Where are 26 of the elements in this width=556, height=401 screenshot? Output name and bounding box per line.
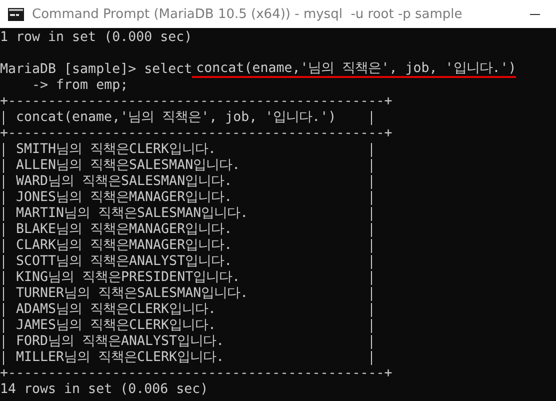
sql-keyword: select [144, 62, 192, 78]
table-border: +-----------------------------------------------+ [0, 94, 392, 110]
table-cell-text: ADAMS님의 직책은CLERK입니다. [15, 302, 218, 318]
console-output: 14 rows in set (0.006 sec) [0, 382, 208, 398]
table-border: +-----------------------------------------------+ [0, 126, 392, 142]
console-output: -> from emp; [31, 78, 128, 94]
table-cell-text: JONES님의 직책은MANAGER입니다. [15, 190, 234, 206]
underlined-sql-expression: concat(ename,'님의 직책은', job, '입니다.') [192, 62, 516, 78]
column-header: concat(ename,'님의 직책은', job, '입니다.') [15, 110, 338, 126]
table-border: +-----------------------------------------------+ [0, 366, 392, 382]
table-cell-text: JAMES님의 직책은CLERK입니다. [15, 318, 218, 334]
table-cell-text: MILLER님의 직책은CLERK입니다. [15, 350, 226, 366]
table-cell-text: TURNER님의 직책은SALESMAN입니다. [15, 286, 250, 302]
console-app-icon [8, 8, 24, 20]
table-cell-text: SCOTT님의 직책은ANALYST입니다. [15, 254, 234, 270]
table-cell-text: CLARK님의 직책은MANAGER입니다. [15, 238, 234, 254]
console-output: 1 row in set (0.000 sec) [0, 30, 192, 46]
mysql-prompt: MariaDB [sample]> [0, 62, 136, 78]
table-cell-text: BLAKE님의 직책은MANAGER입니다. [15, 222, 234, 238]
window-title: Command Prompt (MariaDB 10.5 (x64)) - mysql -u root -p sample [32, 6, 464, 22]
table-cell-text: SMITH님의 직책은CLERK입니다. [15, 142, 218, 158]
table-cell-text: FORD님의 직책은ANALYST입니다. [15, 334, 226, 350]
table-cell-text: WARD님의 직책은SALESMAN입니다. [15, 174, 234, 190]
table-cell-text: MARTIN님의 직책은SALESMAN입니다. [15, 206, 250, 222]
table-cell-text: ALLEN님의 직책은SALESMAN입니다. [15, 158, 242, 174]
table-cell-text: KING님의 직책은PRESIDENT입니다. [15, 270, 242, 286]
